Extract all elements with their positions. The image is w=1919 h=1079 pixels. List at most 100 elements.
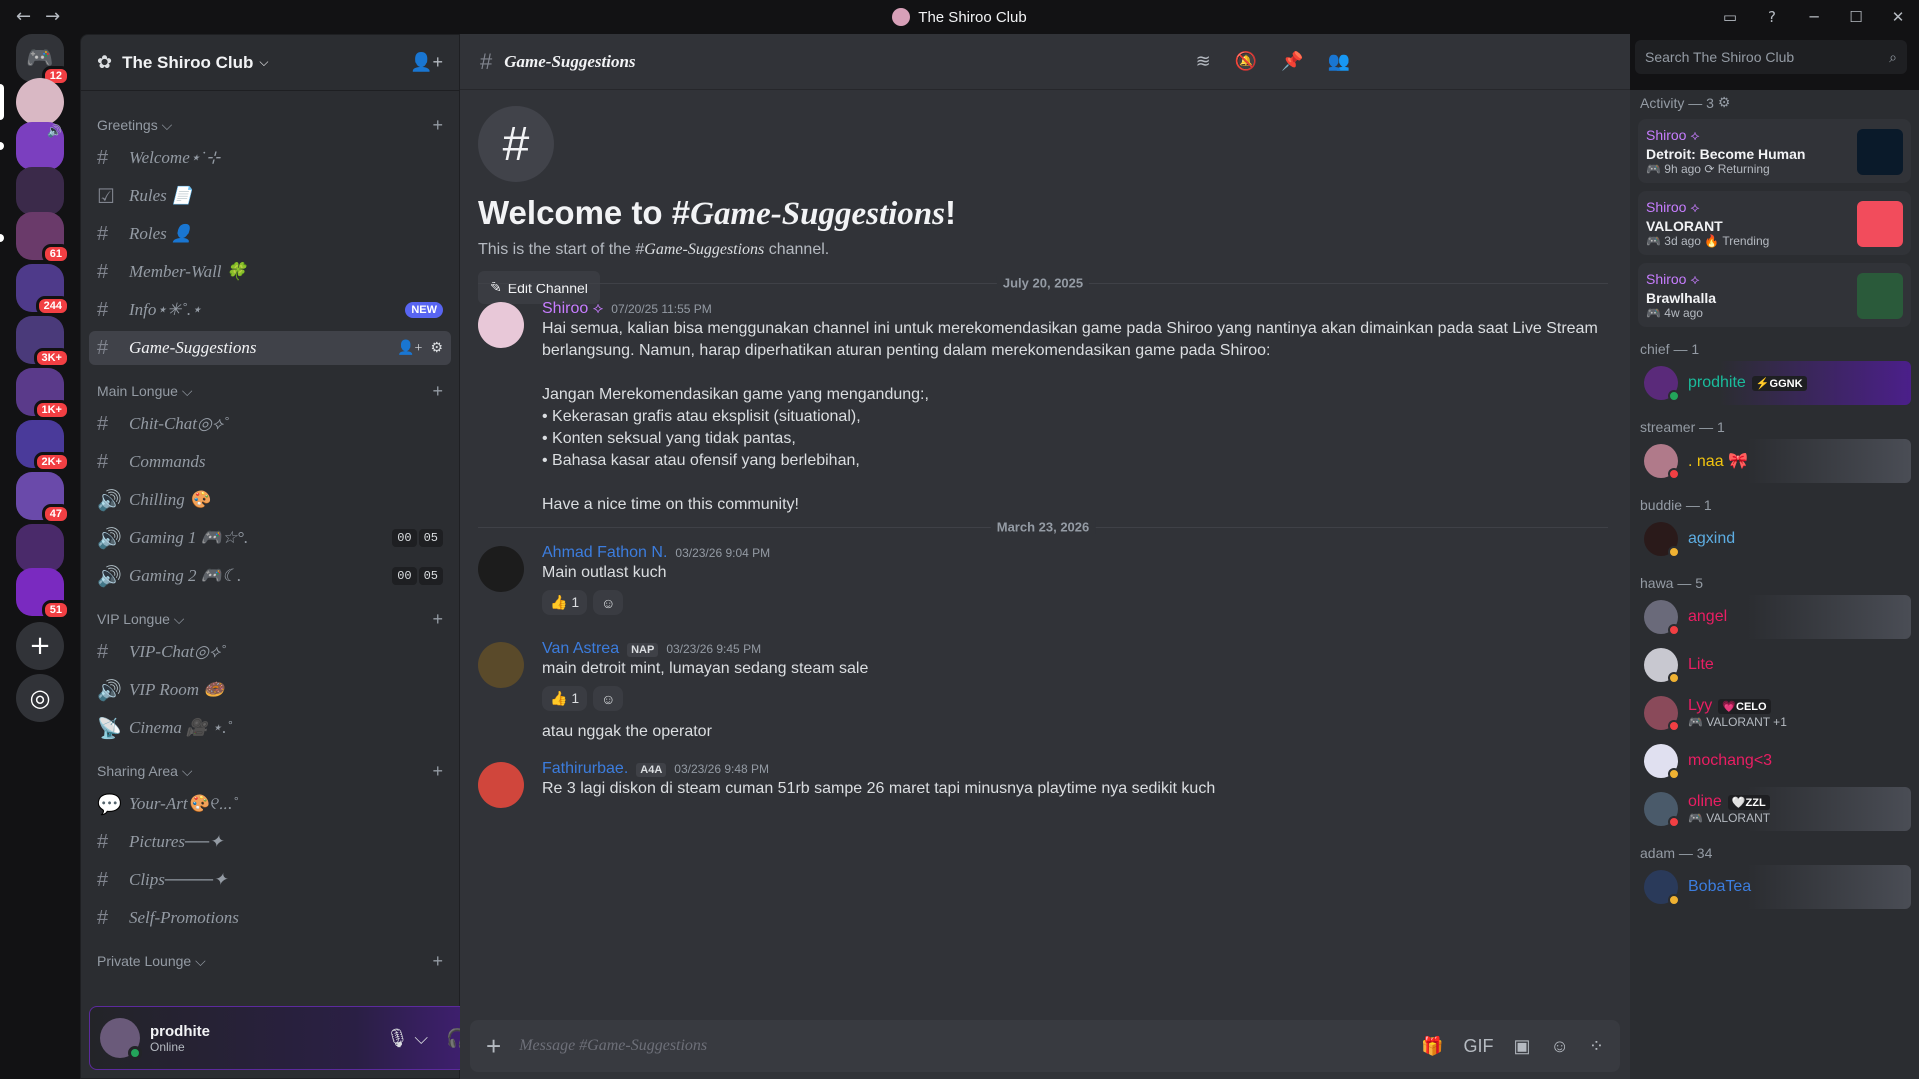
server-icon[interactable]: 🔊	[16, 122, 64, 170]
member-item[interactable]: mochang<3	[1638, 739, 1911, 783]
create-channel-plus-icon[interactable]: +	[432, 115, 443, 136]
gear-icon[interactable]: ⚙	[1718, 94, 1731, 111]
member-item[interactable]: oline 🤍ZZL 🎮 VALORANT	[1638, 787, 1911, 831]
apps-icon[interactable]: ⁘	[1589, 1036, 1604, 1057]
gift-icon[interactable]: 🎁	[1421, 1036, 1443, 1057]
message-author[interactable]: Fathirurbae.	[542, 760, 628, 778]
member-list-icon[interactable]: 👥	[1328, 51, 1350, 72]
member-item[interactable]: prodhite ⚡GGNK	[1638, 361, 1911, 405]
channel-item[interactable]: # Welcome⋆˙⊹	[89, 141, 451, 175]
pin-icon[interactable]: 📌	[1281, 51, 1303, 72]
server-folder[interactable]: 3K+	[16, 316, 70, 368]
channel-item[interactable]: ☑ Rules 📄	[89, 179, 451, 213]
channel-item[interactable]: # Commands	[89, 445, 451, 479]
sticker-icon[interactable]: ▣	[1514, 1036, 1531, 1057]
channel-settings-gear-icon[interactable]: ⚙	[430, 340, 443, 357]
channel-category[interactable]: Sharing Area ⌵ +	[89, 759, 451, 783]
notification-bell-icon[interactable]: 🔕	[1235, 51, 1257, 72]
invite-icon[interactable]: 👤+	[397, 340, 422, 357]
server-folder[interactable]: 61	[16, 212, 70, 264]
member-item[interactable]: Lyy 💗CELO 🎮 VALORANT +1	[1638, 691, 1911, 735]
channel-category[interactable]: Greetings ⌵ +	[89, 113, 451, 137]
maximize-button[interactable]: ☐	[1835, 8, 1877, 26]
channel-item[interactable]: # Pictures──✦	[89, 825, 451, 859]
server-header[interactable]: ✿ The Shiroo Club ⌵ 👤+	[81, 35, 459, 91]
user-info[interactable]: prodhite Online	[150, 1023, 210, 1054]
server-icon[interactable]: 51	[16, 568, 70, 620]
author-avatar[interactable]	[478, 302, 524, 348]
channel-item[interactable]: # Member-Wall 🍀	[89, 255, 451, 289]
direct-messages-button[interactable]: 🎮 12	[16, 34, 70, 86]
channel-item[interactable]: 💬 Your-Art🎨୧‥.˚	[89, 787, 451, 821]
discover-button[interactable]: ◎	[16, 674, 64, 722]
attach-plus-icon[interactable]: +	[486, 1031, 501, 1062]
add-server-button[interactable]: +	[16, 622, 64, 670]
message-author[interactable]: Ahmad Fathon N.	[542, 544, 667, 562]
minimize-button[interactable]: ─	[1793, 8, 1835, 26]
channel-item[interactable]: # VIP-Chat◎⟡˚	[89, 635, 451, 669]
channel-type-icon: #	[97, 146, 109, 169]
member-item[interactable]: BobaTea	[1638, 865, 1911, 909]
author-avatar[interactable]	[478, 642, 524, 688]
add-reaction-icon[interactable]: ☺	[593, 686, 624, 711]
microphone-icon[interactable]: 🎙 ⌵	[386, 1028, 428, 1049]
channel-category[interactable]: VIP Longue ⌵ +	[89, 607, 451, 631]
message-composer: + Message #Game-Suggestions 🎁 GIF ▣ ☺ ⁘	[470, 1020, 1620, 1072]
channel-item[interactable]: # Chit-Chat◎⟡˚	[89, 407, 451, 441]
channel-item[interactable]: # Roles 👤	[89, 217, 451, 251]
member-item[interactable]: agxind	[1638, 517, 1911, 561]
forward-arrow-icon[interactable]: →	[45, 6, 60, 27]
server-icon-shiroo[interactable]	[16, 78, 64, 126]
create-channel-plus-icon[interactable]: +	[432, 951, 443, 972]
server-icon[interactable]	[16, 167, 64, 215]
activity-card[interactable]: Shiroo ⟡ Brawlhalla 🎮 4w ago	[1638, 263, 1911, 327]
channel-item[interactable]: 📡 Cinema 🎥 ⋆.˚	[89, 711, 451, 745]
guild-tag[interactable]: NAP	[627, 643, 659, 657]
channel-item[interactable]: # Clips────✦	[89, 863, 451, 897]
message-author[interactable]: Shiroo ⟡	[542, 300, 603, 318]
reaction-thumbs-up[interactable]: 👍 1	[542, 590, 588, 615]
add-reaction-icon[interactable]: ☺	[593, 590, 624, 615]
message-input[interactable]: Message #Game-Suggestions	[519, 1037, 707, 1055]
server-folder[interactable]: 2K+	[16, 420, 70, 472]
channel-item[interactable]: 🔊 VIP Room 🍩	[89, 673, 451, 707]
member-item[interactable]: angel	[1638, 595, 1911, 639]
reaction-thumbs-up[interactable]: 👍 1	[542, 686, 588, 711]
create-channel-plus-icon[interactable]: +	[432, 609, 443, 630]
help-icon[interactable]: ?	[1751, 8, 1793, 26]
activity-card[interactable]: Shiroo ⟡ Detroit: Become Human 🎮 9h ago …	[1638, 119, 1911, 183]
channel-item[interactable]: 🔊 Gaming 1 🎮☆°. 00 05	[89, 521, 451, 555]
back-arrow-icon[interactable]: ←	[16, 6, 31, 27]
user-avatar[interactable]	[100, 1018, 142, 1060]
search-input[interactable]: Search The Shiroo Club ⌕	[1635, 40, 1907, 74]
guild-tag[interactable]: A4A	[636, 763, 667, 777]
inbox-icon[interactable]: ▭	[1709, 8, 1751, 26]
message-timestamp: 07/20/25 11:55 PM	[611, 302, 712, 316]
role-header: adam — 34	[1630, 845, 1919, 861]
status-indicator	[1668, 546, 1680, 558]
member-item[interactable]: . naa 🎀	[1638, 439, 1911, 483]
author-avatar[interactable]	[478, 546, 524, 592]
member-item[interactable]: Lite	[1638, 643, 1911, 687]
channel-category[interactable]: Private Lounge ⌵ +	[89, 949, 451, 973]
channel-item[interactable]: # Self-Promotions	[89, 901, 451, 935]
invite-people-icon[interactable]: 👤+	[410, 52, 443, 73]
channel-item[interactable]: # Game-Suggestions 👤+ ⚙	[89, 331, 451, 365]
channel-item[interactable]: 🔊 Chilling 🎨	[89, 483, 451, 517]
channel-category[interactable]: Main Longue ⌵ +	[89, 379, 451, 403]
activity-card[interactable]: Shiroo ⟡ VALORANT 🎮 3d ago 🔥 Trending	[1638, 191, 1911, 255]
server-folder[interactable]: 1K+	[16, 368, 70, 420]
message-author[interactable]: Van Astrea	[542, 640, 619, 658]
server-folder[interactable]: 47	[16, 472, 70, 524]
server-icon[interactable]	[16, 524, 64, 572]
create-channel-plus-icon[interactable]: +	[432, 761, 443, 782]
close-button[interactable]: ✕	[1877, 8, 1919, 26]
threads-icon[interactable]: ≋	[1196, 51, 1211, 72]
create-channel-plus-icon[interactable]: +	[432, 381, 443, 402]
server-folder[interactable]: 244	[16, 264, 70, 316]
emoji-icon[interactable]: ☺	[1551, 1036, 1569, 1057]
gif-icon[interactable]: GIF	[1464, 1036, 1494, 1057]
channel-item[interactable]: # Info⋆✳︎˚.⋆ NEW	[89, 293, 451, 327]
channel-item[interactable]: 🔊 Gaming 2 🎮☾. 00 05	[89, 559, 451, 593]
author-avatar[interactable]	[478, 762, 524, 808]
